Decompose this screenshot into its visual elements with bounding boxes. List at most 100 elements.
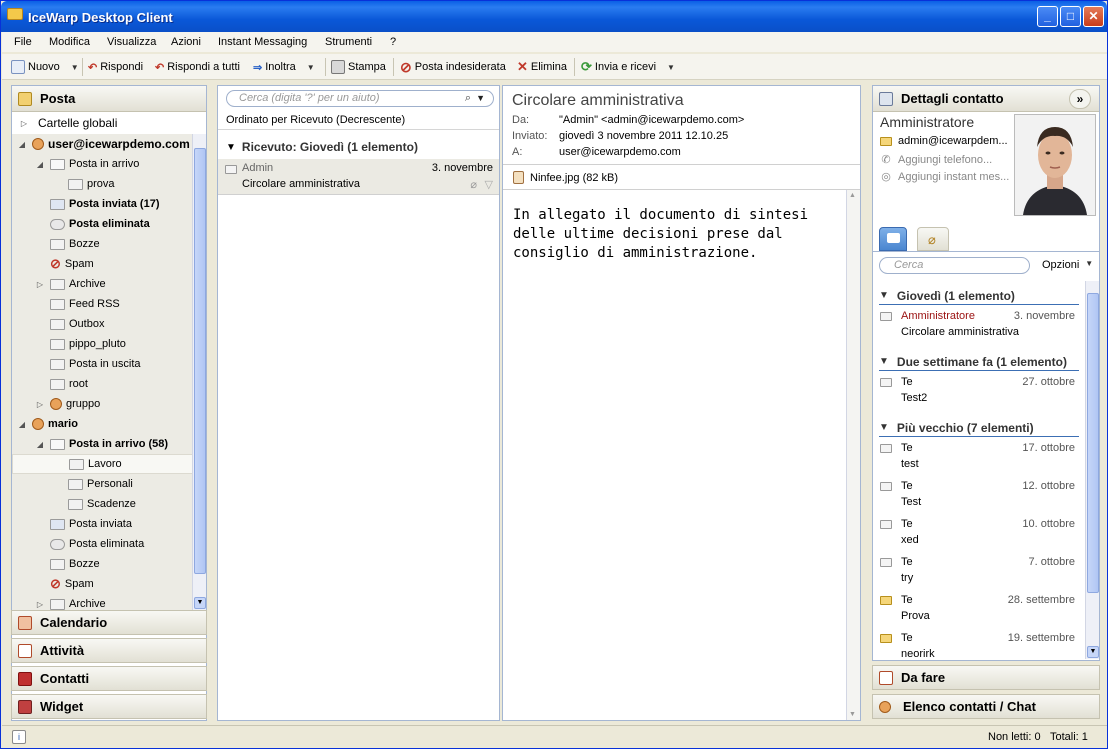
- folder-tree[interactable]: ◢ user@icewarpdemo.com ◢ Posta in arrivo pro…: [12, 134, 194, 610]
- contact-message-item[interactable]: Te 28. settembre Prova: [873, 591, 1081, 629]
- contact-message-item[interactable]: Amministratore 3. novembre Circolare ammin…: [873, 307, 1081, 345]
- folder-item[interactable]: ⊘ Spam: [12, 254, 194, 274]
- search-input[interactable]: Cerca (digita '?' per un aiuto) ⌕ ▼: [226, 90, 494, 107]
- nav-widget[interactable]: Widget: [11, 694, 207, 719]
- contact-message-item[interactable]: Te 17. ottobre test: [873, 439, 1081, 477]
- delete-button[interactable]: ✕ Elimina: [517, 58, 567, 76]
- collapse-icon[interactable]: ▼: [879, 290, 889, 301]
- scrollbar-thumb[interactable]: [1087, 293, 1099, 593]
- chevron-down-icon[interactable]: ▼: [667, 63, 675, 72]
- maximize-button[interactable]: □: [1060, 6, 1081, 27]
- folder-item[interactable]: Feed RSS: [12, 294, 194, 314]
- title-bar[interactable]: IceWarp Desktop Client _ □ ✕: [1, 1, 1107, 32]
- flag-icon[interactable]: ▽: [485, 178, 493, 191]
- menu-visualizza[interactable]: Visualizza: [107, 36, 156, 48]
- menu-help[interactable]: ?: [390, 36, 396, 48]
- nav-todo[interactable]: Da fare: [872, 665, 1100, 690]
- minimize-button[interactable]: _: [1037, 6, 1058, 27]
- chevron-down-icon[interactable]: ▼: [71, 63, 79, 72]
- message-group-header[interactable]: ▼ Ricevuto: Giovedì (1 elemento): [226, 140, 418, 154]
- options-dropdown[interactable]: Opzioni ▼: [1042, 259, 1093, 271]
- folder-item[interactable]: root: [12, 374, 194, 394]
- info-icon[interactable]: i: [12, 730, 26, 744]
- scrollbar-thumb[interactable]: [194, 148, 206, 574]
- folder-item[interactable]: prova: [12, 174, 194, 194]
- send-receive-button[interactable]: ⟳ Invia e ricevi ▼: [581, 58, 675, 76]
- from-value[interactable]: "Admin" <admin@icewarpdemo.com>: [559, 114, 744, 126]
- nav-contact-chat[interactable]: Elenco contatti / Chat: [872, 694, 1100, 719]
- folder-item[interactable]: Personali: [12, 474, 194, 494]
- expand-icon[interactable]: ▷: [18, 119, 30, 128]
- folder-item[interactable]: Posta in uscita: [12, 354, 194, 374]
- reply-all-button[interactable]: ↶ Rispondi a tutti: [155, 58, 240, 76]
- nav-contacts[interactable]: Contatti: [11, 666, 207, 691]
- tab-attachments[interactable]: ⌀: [917, 227, 949, 251]
- scroll-up-icon[interactable]: ▲: [849, 192, 856, 199]
- expand-icon[interactable]: ◢: [34, 160, 46, 169]
- folder-item[interactable]: Bozze: [12, 554, 194, 574]
- expand-icon[interactable]: ▷: [34, 280, 46, 289]
- message-row[interactable]: Admin 3. novembre Circolare amministrati…: [218, 159, 499, 195]
- folder-item[interactable]: pippo_pluto: [12, 334, 194, 354]
- expand-icon[interactable]: ◢: [16, 420, 28, 429]
- folder-item[interactable]: ◢ user@icewarpdemo.com: [12, 134, 194, 154]
- expand-icon[interactable]: ▷: [34, 600, 46, 609]
- nav-calendar[interactable]: Calendario: [11, 610, 207, 635]
- reply-button[interactable]: ↶ Rispondi: [88, 58, 143, 76]
- contact-group-header[interactable]: ▼ Più vecchio (7 elementi): [879, 419, 1079, 437]
- contact-message-list[interactable]: ▼ Giovedì (1 elemento) Amministratore 3. no…: [873, 281, 1085, 659]
- add-im[interactable]: ◎ Aggiungi instant mes...: [880, 170, 1009, 184]
- close-button[interactable]: ✕: [1083, 6, 1104, 27]
- spam-button[interactable]: ⊘ Posta indesiderata: [400, 58, 506, 76]
- add-phone[interactable]: ✆ Aggiungi telefono...: [880, 153, 992, 167]
- folder-item[interactable]: Posta inviata: [12, 514, 194, 534]
- folder-item[interactable]: ▷ Archive: [12, 274, 194, 294]
- chevron-down-icon[interactable]: ▼: [307, 63, 315, 72]
- attachment-item[interactable]: Ninfee.jpg (82 kB): [513, 171, 618, 184]
- global-folders[interactable]: ▷ Cartelle globali: [12, 113, 194, 133]
- folder-item[interactable]: Posta inviata (17): [12, 194, 194, 214]
- menu-azioni[interactable]: Azioni: [171, 36, 201, 48]
- contact-message-item[interactable]: Te 12. ottobre Test: [873, 477, 1081, 515]
- folder-item[interactable]: Posta eliminata: [12, 534, 194, 554]
- nav-tasks[interactable]: Attività: [11, 638, 207, 663]
- folder-tree-scrollbar[interactable]: ▼: [192, 134, 206, 610]
- contact-message-item[interactable]: Te 27. ottobre Test2: [873, 373, 1081, 411]
- folder-item[interactable]: Lavoro: [12, 454, 194, 474]
- to-value[interactable]: user@icewarpdemo.com: [559, 146, 681, 158]
- menu-strumenti[interactable]: Strumenti: [325, 36, 372, 48]
- menu-modifica[interactable]: Modifica: [49, 36, 90, 48]
- folder-item[interactable]: Scadenze: [12, 494, 194, 514]
- search-icon[interactable]: ⌕: [465, 91, 471, 106]
- collapse-icon[interactable]: ▼: [879, 356, 889, 367]
- new-button[interactable]: Nuovo ▼: [11, 58, 79, 76]
- forward-button[interactable]: ⇒ Inoltra ▼: [253, 58, 315, 76]
- menu-file[interactable]: File: [14, 36, 32, 48]
- contact-message-item[interactable]: Te 19. settembre neorirk: [873, 629, 1081, 659]
- collapse-icon[interactable]: ▼: [879, 422, 889, 433]
- folder-item[interactable]: ◢ mario: [12, 414, 194, 434]
- expand-icon[interactable]: ◢: [34, 440, 46, 449]
- contact-group-header[interactable]: ▼ Giovedì (1 elemento): [879, 287, 1079, 305]
- sort-order[interactable]: Ordinato per Ricevuto (Decrescente): [218, 110, 499, 130]
- expand-icon[interactable]: ◢: [16, 140, 28, 149]
- collapse-icon[interactable]: ▼: [226, 142, 236, 153]
- print-button[interactable]: Stampa: [331, 58, 386, 76]
- folder-item[interactable]: ◢ Posta in arrivo (58): [12, 434, 194, 454]
- folder-item[interactable]: ▷ Archive: [12, 594, 194, 610]
- contact-list-scrollbar[interactable]: ▼: [1085, 281, 1099, 659]
- scroll-down-icon[interactable]: ▼: [849, 711, 856, 718]
- contact-group-header[interactable]: ▼ Due settimane fa (1 elemento): [879, 353, 1079, 371]
- folder-item[interactable]: Posta eliminata: [12, 214, 194, 234]
- contact-search-input[interactable]: Cerca: [879, 257, 1030, 274]
- tab-messages[interactable]: [879, 227, 907, 251]
- search-options-icon[interactable]: ▼: [476, 91, 485, 106]
- menu-instant-messaging[interactable]: Instant Messaging: [218, 36, 307, 48]
- folder-item[interactable]: ⊘ Spam: [12, 574, 194, 594]
- contact-message-item[interactable]: Te 10. ottobre xed: [873, 515, 1081, 553]
- expand-icon[interactable]: ▷: [34, 400, 46, 409]
- collapse-pane-icon[interactable]: »: [1069, 89, 1091, 109]
- scroll-down-icon[interactable]: ▼: [194, 597, 206, 609]
- contact-email[interactable]: admin@icewarpdem...: [880, 135, 1008, 147]
- folder-item[interactable]: ▷ gruppo: [12, 394, 194, 414]
